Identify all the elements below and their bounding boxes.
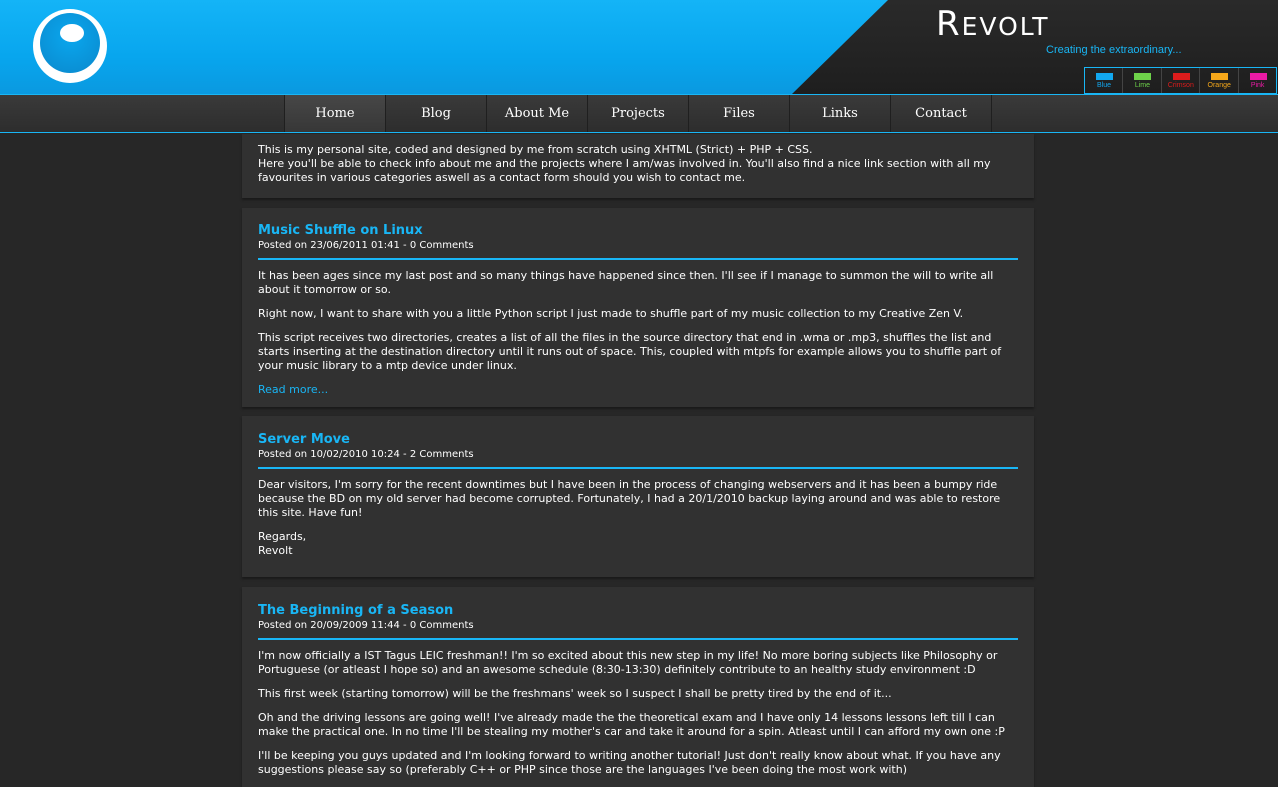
theme-switcher: Blue Lime Crimson Orange Pink <box>1084 67 1277 94</box>
nav-blog[interactable]: Blog <box>385 95 486 132</box>
nav-contact[interactable]: Contact <box>890 95 992 132</box>
post-paragraph: I'm now officially a IST Tagus LEIC fres… <box>258 649 998 676</box>
theme-crimson-button[interactable]: Crimson <box>1162 68 1201 93</box>
theme-crimson-swatch <box>1172 73 1190 80</box>
theme-orange-swatch <box>1211 73 1229 80</box>
post-divider <box>258 638 1018 640</box>
theme-blue-label: Blue <box>1096 82 1111 89</box>
post-paragraph: Dear visitors, I'm sorry for the recent … <box>258 478 1001 519</box>
site-title-rest: EVOLT <box>961 12 1050 41</box>
theme-lime-swatch <box>1134 73 1152 80</box>
nav-about-me[interactable]: About Me <box>486 95 587 132</box>
post-meta: Posted on 20/09/2009 11:44 - 0 Comments <box>258 620 474 631</box>
site-tagline: Creating the extraordinary... <box>1046 44 1182 56</box>
post-card: Server Move Posted on 10/02/2010 10:24 -… <box>242 416 1034 577</box>
post-signoff: Regards, Revolt <box>258 530 1018 558</box>
site-logo-icon[interactable] <box>31 7 109 85</box>
nav-links[interactable]: Links <box>789 95 890 132</box>
intro-line-1: This is my personal site, coded and desi… <box>258 143 813 156</box>
read-more-link[interactable]: Read more... <box>258 383 1018 397</box>
post-card: The Beginning of a Season Posted on 20/0… <box>242 587 1034 787</box>
theme-lime-label: Lime <box>1134 82 1150 89</box>
post-title[interactable]: Server Move <box>258 432 1018 448</box>
site-title[interactable]: REVOLT <box>936 7 1050 44</box>
intro-panel: This is my personal site, coded and desi… <box>242 134 1034 198</box>
post-divider <box>258 467 1018 469</box>
site-header: REVOLT Creating the extraordinary... Blu… <box>0 0 1278 94</box>
theme-crimson-label: Crimson <box>1167 82 1194 89</box>
theme-orange-label: Orange <box>1207 82 1231 89</box>
post-divider <box>258 258 1018 260</box>
post-paragraph: Oh and the driving lessons are going wel… <box>258 711 1005 738</box>
theme-lime-button[interactable]: Lime <box>1123 68 1162 93</box>
post-meta: Posted on 23/06/2011 01:41 - 0 Comments <box>258 240 474 251</box>
theme-blue-button[interactable]: Blue <box>1085 68 1124 93</box>
theme-pink-button[interactable]: Pink <box>1239 68 1276 93</box>
post-card: Music Shuffle on Linux Posted on 23/06/2… <box>242 208 1034 407</box>
post-signoff-line-1: Regards, <box>258 530 307 543</box>
theme-orange-button[interactable]: Orange <box>1200 68 1239 93</box>
post-title[interactable]: The Beginning of a Season <box>258 603 1018 619</box>
nav-files[interactable]: Files <box>688 95 789 132</box>
post-paragraph: This script receives two directories, cr… <box>258 331 1002 372</box>
post-signoff-line-2: Revolt <box>258 544 293 557</box>
intro-line-2: Here you'll be able to check info about … <box>258 157 991 184</box>
theme-pink-label: Pink <box>1250 82 1265 89</box>
theme-pink-swatch <box>1249 73 1267 80</box>
post-paragraph: It has been ages since my last post and … <box>258 269 994 296</box>
post-title[interactable]: Music Shuffle on Linux <box>258 223 1018 239</box>
post-meta: Posted on 10/02/2010 10:24 - 2 Comments <box>258 449 474 460</box>
post-paragraph: This first week (starting tomorrow) will… <box>258 687 892 700</box>
post-paragraph: Right now, I want to share with you a li… <box>258 307 964 320</box>
site-title-cap: R <box>936 4 962 44</box>
nav-home[interactable]: Home <box>284 95 385 132</box>
main-nav: Home Blog About Me Projects Files Links … <box>0 94 1278 133</box>
nav-projects[interactable]: Projects <box>587 95 688 132</box>
post-paragraph: I'll be keeping you guys updated and I'm… <box>258 749 1001 776</box>
theme-blue-swatch <box>1096 73 1113 80</box>
